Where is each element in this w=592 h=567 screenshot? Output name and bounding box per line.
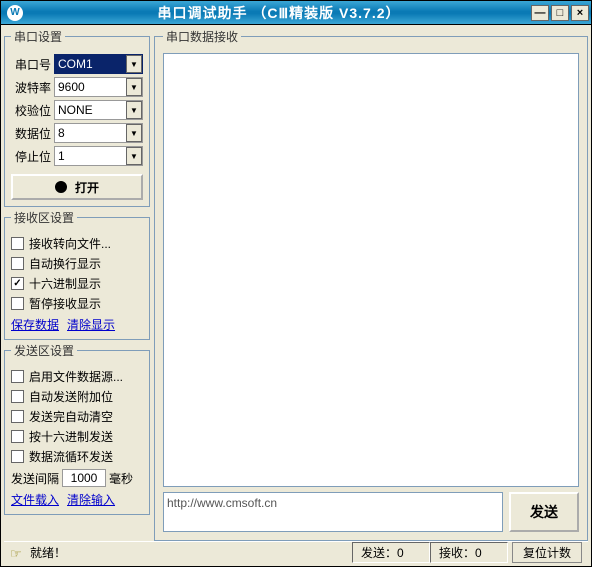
sent-counter: 发送：0 [352, 542, 430, 563]
clear-after-checkbox[interactable] [11, 410, 24, 423]
maximize-button[interactable]: □ [551, 5, 569, 21]
port-label: 串口号 [11, 56, 51, 73]
chevron-down-icon[interactable]: ▼ [126, 147, 142, 165]
circle-icon [55, 181, 67, 193]
clear-input-link[interactable]: 清除输入 [67, 491, 115, 508]
close-button[interactable]: × [571, 5, 589, 21]
interval-input[interactable] [62, 469, 106, 487]
file-source-checkbox[interactable] [11, 370, 24, 383]
stopbits-label: 停止位 [11, 148, 51, 165]
interval-label: 发送间隔 [11, 470, 59, 487]
databits-select[interactable]: ▼ [54, 123, 143, 143]
serial-settings-group: 串口设置 串口号 ▼ 波特率 ▼ [4, 28, 150, 207]
chevron-down-icon[interactable]: ▼ [126, 101, 142, 119]
chevron-down-icon[interactable]: ▼ [126, 55, 142, 73]
send-textbox[interactable]: http://www.cmsoft.cn [163, 492, 503, 532]
hex-send-label: 按十六进制发送 [29, 428, 113, 445]
loop-send-checkbox[interactable] [11, 450, 24, 463]
loop-send-label: 数据流循环发送 [29, 448, 113, 465]
send-settings-legend: 发送区设置 [11, 342, 77, 359]
interval-unit: 毫秒 [109, 470, 133, 487]
auto-append-label: 自动发送附加位 [29, 388, 113, 405]
window-title: 串口调试助手 （CⅢ精装版 V3.7.2） [27, 3, 531, 23]
status-ready: 就绪！ [30, 544, 352, 561]
minimize-button[interactable]: — [531, 5, 549, 21]
recv-to-file-label: 接收转向文件... [29, 235, 111, 252]
recv-settings-group: 接收区设置 接收转向文件... 自动换行显示 十六进制显示 暂停接收显示 保存数… [4, 209, 150, 340]
load-file-link[interactable]: 文件载入 [11, 491, 59, 508]
chevron-down-icon[interactable]: ▼ [126, 78, 142, 96]
parity-select[interactable]: ▼ [54, 100, 143, 120]
port-select[interactable]: ▼ [54, 54, 143, 74]
baud-label: 波特率 [11, 79, 51, 96]
recv-textbox[interactable] [163, 53, 579, 487]
hex-display-label: 十六进制显示 [29, 275, 101, 292]
recv-area-group: 串口数据接收 http://www.cmsoft.cn 发送 [154, 28, 588, 541]
pause-recv-checkbox[interactable] [11, 297, 24, 310]
baud-select[interactable]: ▼ [54, 77, 143, 97]
hand-icon: ☞ [10, 546, 24, 560]
clear-after-label: 发送完自动清空 [29, 408, 113, 425]
open-port-button[interactable]: 打开 [11, 174, 143, 200]
parity-label: 校验位 [11, 102, 51, 119]
titlebar: W 串口调试助手 （CⅢ精装版 V3.7.2） — □ × [1, 1, 591, 25]
reset-counter-button[interactable]: 复位计数 [512, 542, 582, 563]
databits-label: 数据位 [11, 125, 51, 142]
pause-recv-label: 暂停接收显示 [29, 295, 101, 312]
clear-display-link[interactable]: 清除显示 [67, 316, 115, 333]
hex-display-checkbox[interactable] [11, 277, 24, 290]
recv-settings-legend: 接收区设置 [11, 209, 77, 226]
send-button[interactable]: 发送 [509, 492, 579, 532]
auto-append-checkbox[interactable] [11, 390, 24, 403]
send-settings-group: 发送区设置 启用文件数据源... 自动发送附加位 发送完自动清空 按十六进制发送… [4, 342, 150, 515]
chevron-down-icon[interactable]: ▼ [126, 124, 142, 142]
recv-to-file-checkbox[interactable] [11, 237, 24, 250]
file-source-label: 启用文件数据源... [29, 368, 123, 385]
recv-area-legend: 串口数据接收 [163, 28, 241, 45]
save-data-link[interactable]: 保存数据 [11, 316, 59, 333]
status-bar: ☞ 就绪！ 发送：0 接收：0 复位计数 [4, 541, 588, 563]
auto-wrap-checkbox[interactable] [11, 257, 24, 270]
recv-counter: 接收：0 [430, 542, 508, 563]
hex-send-checkbox[interactable] [11, 430, 24, 443]
stopbits-select[interactable]: ▼ [54, 146, 143, 166]
serial-settings-legend: 串口设置 [11, 28, 65, 45]
app-icon: W [7, 5, 23, 21]
auto-wrap-label: 自动换行显示 [29, 255, 101, 272]
open-label: 打开 [75, 179, 99, 196]
